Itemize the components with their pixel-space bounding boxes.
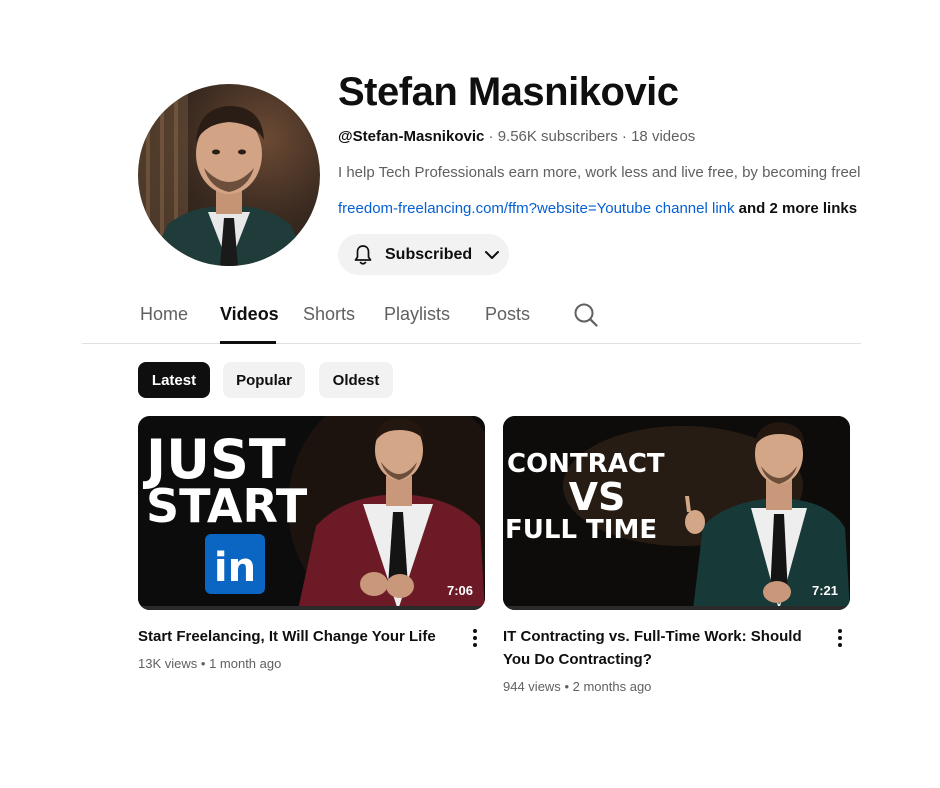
linkedin-logo-text: in bbox=[214, 545, 256, 591]
channel-name: Stefan Masnikovic bbox=[338, 70, 679, 114]
subscribed-label: Subscribed bbox=[385, 245, 473, 263]
view-count: 944 views bbox=[503, 679, 561, 694]
chevron-down-icon bbox=[485, 250, 500, 259]
tab-posts[interactable]: Posts bbox=[485, 304, 530, 325]
progress-track bbox=[503, 606, 850, 610]
tab-shorts[interactable]: Shorts bbox=[303, 304, 355, 325]
channel-meta: @Stefan-Masnikovic · 9.56K subscribers ·… bbox=[338, 128, 695, 145]
more-options-icon[interactable] bbox=[470, 628, 480, 648]
video-thumbnail[interactable]: JUST START in 7:06 bbox=[138, 416, 485, 610]
filter-chip-latest[interactable]: Latest bbox=[138, 362, 210, 398]
tab-home[interactable]: Home bbox=[140, 304, 188, 325]
video-title[interactable]: Start Freelancing, It Will Change Your L… bbox=[138, 625, 458, 648]
view-count: 13K views bbox=[138, 656, 198, 671]
meta-dot: • bbox=[564, 679, 569, 694]
video-count: 18 videos bbox=[631, 128, 696, 145]
video-meta: 944 views • 2 months ago bbox=[503, 679, 651, 694]
thumb-text-line2: START bbox=[146, 479, 308, 533]
video-duration: 7:21 bbox=[811, 583, 838, 598]
video-meta: 13K views • 1 month ago bbox=[138, 656, 281, 671]
channel-avatar bbox=[138, 84, 320, 266]
avatar-portrait bbox=[138, 84, 310, 266]
meta-dot: • bbox=[200, 656, 206, 671]
channel-links: freedom-freelancing.com/ffm?website=Yout… bbox=[338, 200, 860, 217]
active-tab-indicator bbox=[220, 341, 276, 344]
thumbnail-art: CONTRACT VS FULL TIME bbox=[503, 416, 850, 610]
more-links[interactable]: and 2 more links bbox=[739, 200, 857, 217]
tab-videos[interactable]: Videos bbox=[220, 304, 279, 325]
thumb-text-line2: VS bbox=[569, 475, 626, 519]
channel-description[interactable]: I help Tech Professionals earn more, wor… bbox=[338, 164, 860, 181]
filter-chip-popular[interactable]: Popular bbox=[223, 362, 305, 398]
search-icon bbox=[574, 303, 598, 327]
upload-age: 1 month ago bbox=[209, 656, 282, 671]
channel-tabs: Home Videos Shorts Playlists Posts bbox=[82, 296, 861, 344]
progress-track bbox=[138, 606, 485, 610]
thumbnail-art: JUST START in bbox=[138, 416, 485, 610]
video-duration: 7:06 bbox=[446, 583, 473, 598]
subscribed-button[interactable]: Subscribed bbox=[338, 234, 509, 275]
more-options-icon[interactable] bbox=[835, 628, 845, 648]
search-tab-button[interactable] bbox=[573, 302, 599, 333]
tab-playlists[interactable]: Playlists bbox=[384, 304, 450, 325]
bell-icon bbox=[354, 244, 372, 265]
upload-age: 2 months ago bbox=[572, 679, 652, 694]
filter-chip-oldest[interactable]: Oldest bbox=[319, 362, 393, 398]
channel-link[interactable]: freedom-freelancing.com/ffm?website=Yout… bbox=[338, 200, 735, 217]
video-thumbnail[interactable]: CONTRACT VS FULL TIME 7:21 bbox=[503, 416, 850, 610]
meta-separator: · bbox=[621, 128, 627, 145]
thumb-text-line3: FULL TIME bbox=[505, 515, 657, 545]
channel-handle: @Stefan-Masnikovic bbox=[338, 128, 485, 145]
video-title[interactable]: IT Contracting vs. Full-Time Work: Shoul… bbox=[503, 625, 813, 671]
subscriber-count: 9.56K subscribers bbox=[497, 128, 618, 145]
meta-separator: · bbox=[488, 128, 494, 145]
